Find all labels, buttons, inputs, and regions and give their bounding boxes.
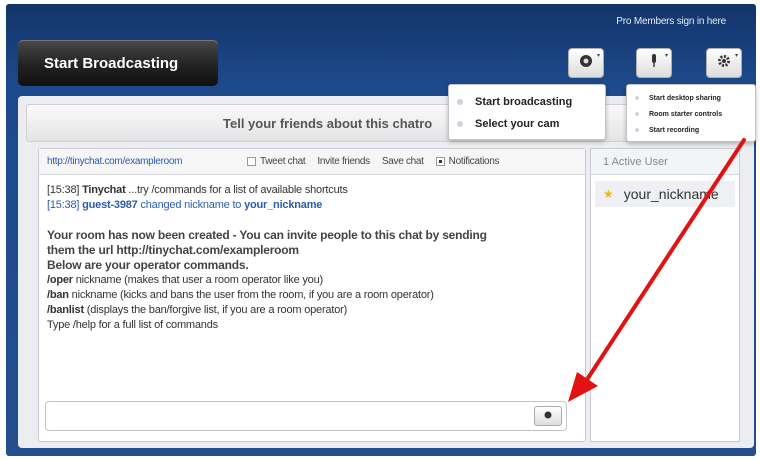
camera-icon: [579, 54, 593, 73]
message-input[interactable]: [45, 401, 567, 431]
bullet-icon: [635, 96, 639, 100]
invite-friends-link[interactable]: Invite friends: [317, 156, 370, 167]
microphone-button[interactable]: ▾: [636, 48, 672, 78]
tweet-chat-option[interactable]: Tweet chat: [247, 156, 306, 167]
bullet-icon: [635, 128, 639, 132]
settings-menu: Start desktop sharing Room starter contr…: [626, 84, 756, 142]
notifications-checkbox[interactable]: [435, 157, 445, 166]
bullet-icon: [457, 99, 463, 105]
menu-item-room-starter-controls[interactable]: Room starter controls: [627, 106, 755, 122]
microphone-icon: [648, 53, 660, 74]
pro-members-link[interactable]: Pro Members sign in here: [616, 16, 726, 27]
tweet-checkbox[interactable]: [247, 157, 256, 166]
chat-toolbar: http://tinychat.com/exampleroom Tweet ch…: [39, 149, 585, 175]
bullet-icon: [457, 121, 463, 127]
welcome-line: them the url http://tinychat.com/example…: [47, 243, 299, 257]
command-line: /ban nickname (kicks and bans the user f…: [47, 289, 434, 301]
send-icon: [543, 407, 553, 425]
active-users-header: 1 Active User: [591, 149, 739, 175]
chevron-down-icon: ▾: [596, 53, 600, 59]
app-frame: Pro Members sign in here Start Broadcast…: [6, 4, 756, 456]
chat-messages: [15:38] Tinychat ...try /commands for a …: [47, 183, 577, 333]
user-list-item[interactable]: ★ your_nickname: [595, 181, 735, 207]
chevron-down-icon: ▾: [734, 53, 738, 59]
user-list-panel: 1 Active User ★ your_nickname: [590, 148, 740, 442]
help-line: Type /help for a full list of commands: [47, 319, 218, 331]
main-panel: Tell your friends about this chatro http…: [18, 96, 754, 448]
chat-message: [15:38] Tinychat ...try /commands for a …: [47, 184, 348, 196]
chat-message: [15:38] guest-3987 changed nickname to y…: [47, 199, 323, 211]
tell-friends-text: Tell your friends about this chatro: [223, 115, 433, 131]
notifications-label: Notifications: [448, 156, 500, 167]
chevron-down-icon: ▾: [664, 53, 668, 59]
command-line: /oper nickname (makes that user a room o…: [47, 274, 323, 286]
welcome-line: Below are your operator commands.: [47, 258, 249, 272]
bullet-icon: [635, 112, 639, 116]
room-url-link[interactable]: http://tinychat.com/exampleroom: [47, 156, 247, 167]
welcome-line: Your room has now been created - You can…: [47, 228, 487, 242]
start-broadcasting-button[interactable]: Start Broadcasting: [18, 40, 218, 86]
tweet-chat-label: Tweet chat: [260, 156, 306, 167]
save-chat-link[interactable]: Save chat: [382, 156, 424, 167]
notifications-option[interactable]: Notifications: [435, 156, 500, 167]
menu-item-select-cam[interactable]: Select your cam: [449, 113, 605, 135]
send-button[interactable]: [534, 406, 562, 426]
camera-button[interactable]: ▾: [568, 48, 604, 78]
star-icon: ★: [603, 187, 614, 201]
command-line: /banlist (displays the ban/forgive list,…: [47, 304, 348, 316]
settings-button[interactable]: ▾: [706, 48, 742, 78]
menu-item-start-recording[interactable]: Start recording: [627, 122, 755, 138]
menu-item-desktop-sharing[interactable]: Start desktop sharing: [627, 90, 755, 106]
user-nickname: your_nickname: [623, 186, 719, 202]
gear-icon: [717, 54, 731, 73]
menu-item-start-broadcasting[interactable]: Start broadcasting: [449, 91, 605, 113]
chat-area: http://tinychat.com/exampleroom Tweet ch…: [38, 148, 586, 442]
camera-menu: Start broadcasting Select your cam: [448, 84, 606, 140]
